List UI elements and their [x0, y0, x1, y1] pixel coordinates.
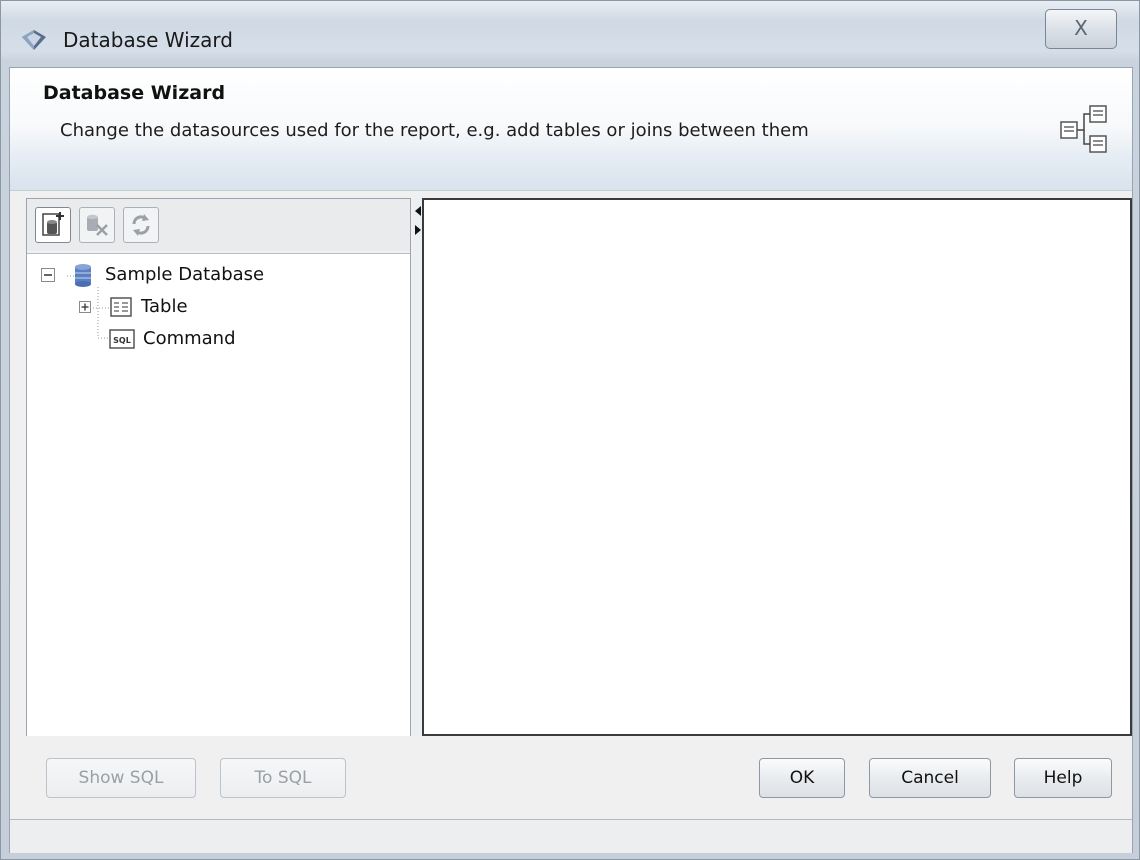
window-title: Database Wizard [63, 28, 233, 52]
show-sql-button[interactable]: Show SQL [46, 758, 196, 798]
join-design-canvas[interactable] [422, 198, 1132, 736]
wizard-header: Database Wizard Change the datasources u… [10, 68, 1132, 191]
refresh-icon [132, 214, 150, 236]
to-sql-button[interactable]: To SQL [220, 758, 346, 798]
datasource-panel: Sample Database Table SQL Command [26, 198, 411, 736]
database-wizard-window: Database Wizard X Database Wizard Change… [0, 0, 1140, 860]
datasource-toolbar [27, 199, 410, 251]
tree-node-command[interactable]: SQL Command [27, 326, 410, 354]
table-icon [110, 297, 132, 317]
refresh-button[interactable] [123, 207, 159, 243]
tree-node-table[interactable]: Table [27, 294, 410, 322]
close-button[interactable]: X [1045, 9, 1117, 49]
database-icon [75, 264, 91, 287]
tree-node-label: Command [143, 328, 236, 349]
sql-icon: SQL [109, 329, 135, 349]
help-button[interactable]: Help [1014, 758, 1112, 798]
tree-node-sample-database[interactable]: Sample Database [27, 262, 410, 290]
remove-datasource-icon [87, 214, 108, 236]
collapse-icon[interactable] [41, 268, 55, 282]
datasource-tree: Sample Database Table SQL Command [27, 253, 410, 736]
tree-node-label: Sample Database [105, 264, 265, 285]
close-icon: X [1074, 16, 1088, 40]
title-bar[interactable]: Database Wizard X [1, 1, 1139, 67]
ok-button[interactable]: OK [759, 758, 845, 798]
sql-badge: SQL [113, 336, 131, 345]
expand-icon[interactable] [79, 301, 91, 313]
dialog-body: Database Wizard Change the datasources u… [9, 67, 1133, 853]
remove-datasource-button[interactable] [79, 207, 115, 243]
cancel-button[interactable]: Cancel [869, 758, 991, 798]
status-bar [10, 819, 1132, 853]
add-datasource-icon [42, 212, 64, 236]
tree-node-label: Table [141, 296, 188, 317]
add-datasource-button[interactable] [35, 207, 71, 243]
header-description: Change the datasources used for the repo… [60, 120, 809, 141]
header-title: Database Wizard [43, 82, 226, 104]
datasource-join-icon [1060, 105, 1107, 153]
app-gem-icon [22, 30, 46, 50]
